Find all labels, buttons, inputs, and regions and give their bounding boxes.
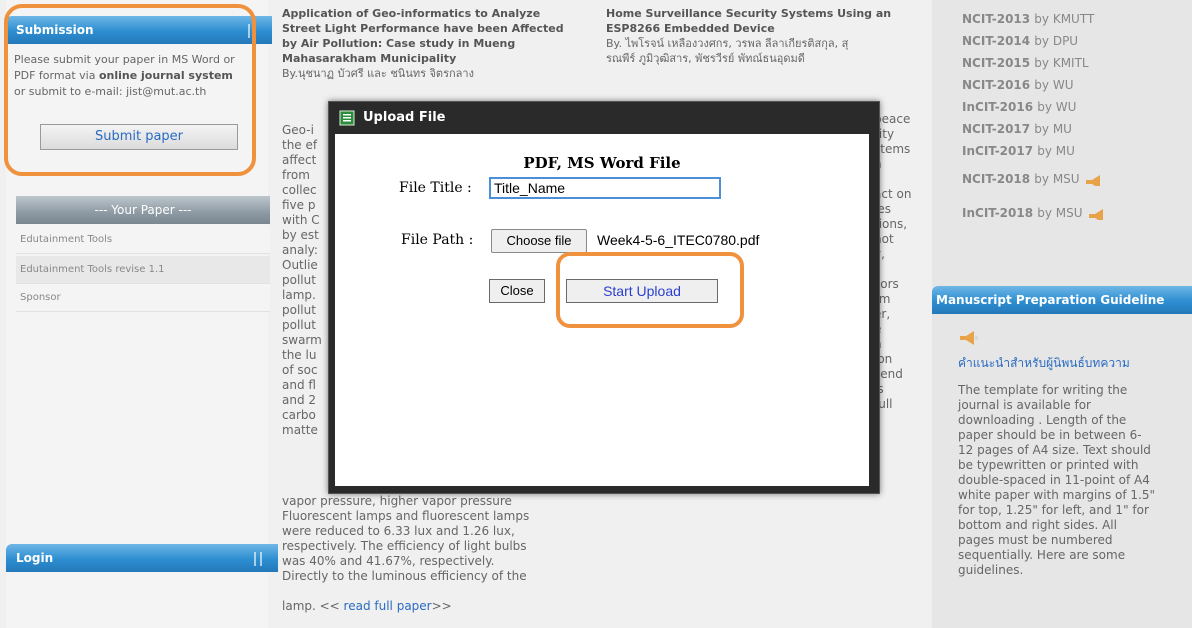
choose-file-button[interactable]: Choose file — [491, 229, 587, 253]
dialog-title: Upload File — [363, 110, 446, 125]
chosen-file-name: Week4-5-6_ITEC0780.pdf — [597, 232, 760, 248]
file-title-label: File Title : — [399, 180, 472, 196]
dialog-title-bar: Upload File — [329, 102, 879, 134]
form-heading: PDF, MS Word File — [523, 154, 681, 172]
document-icon — [339, 110, 355, 126]
close-button[interactable]: Close — [489, 279, 545, 303]
highlight-start-upload — [556, 252, 744, 328]
file-path-label: File Path : — [401, 232, 474, 248]
file-title-input[interactable] — [489, 177, 721, 199]
